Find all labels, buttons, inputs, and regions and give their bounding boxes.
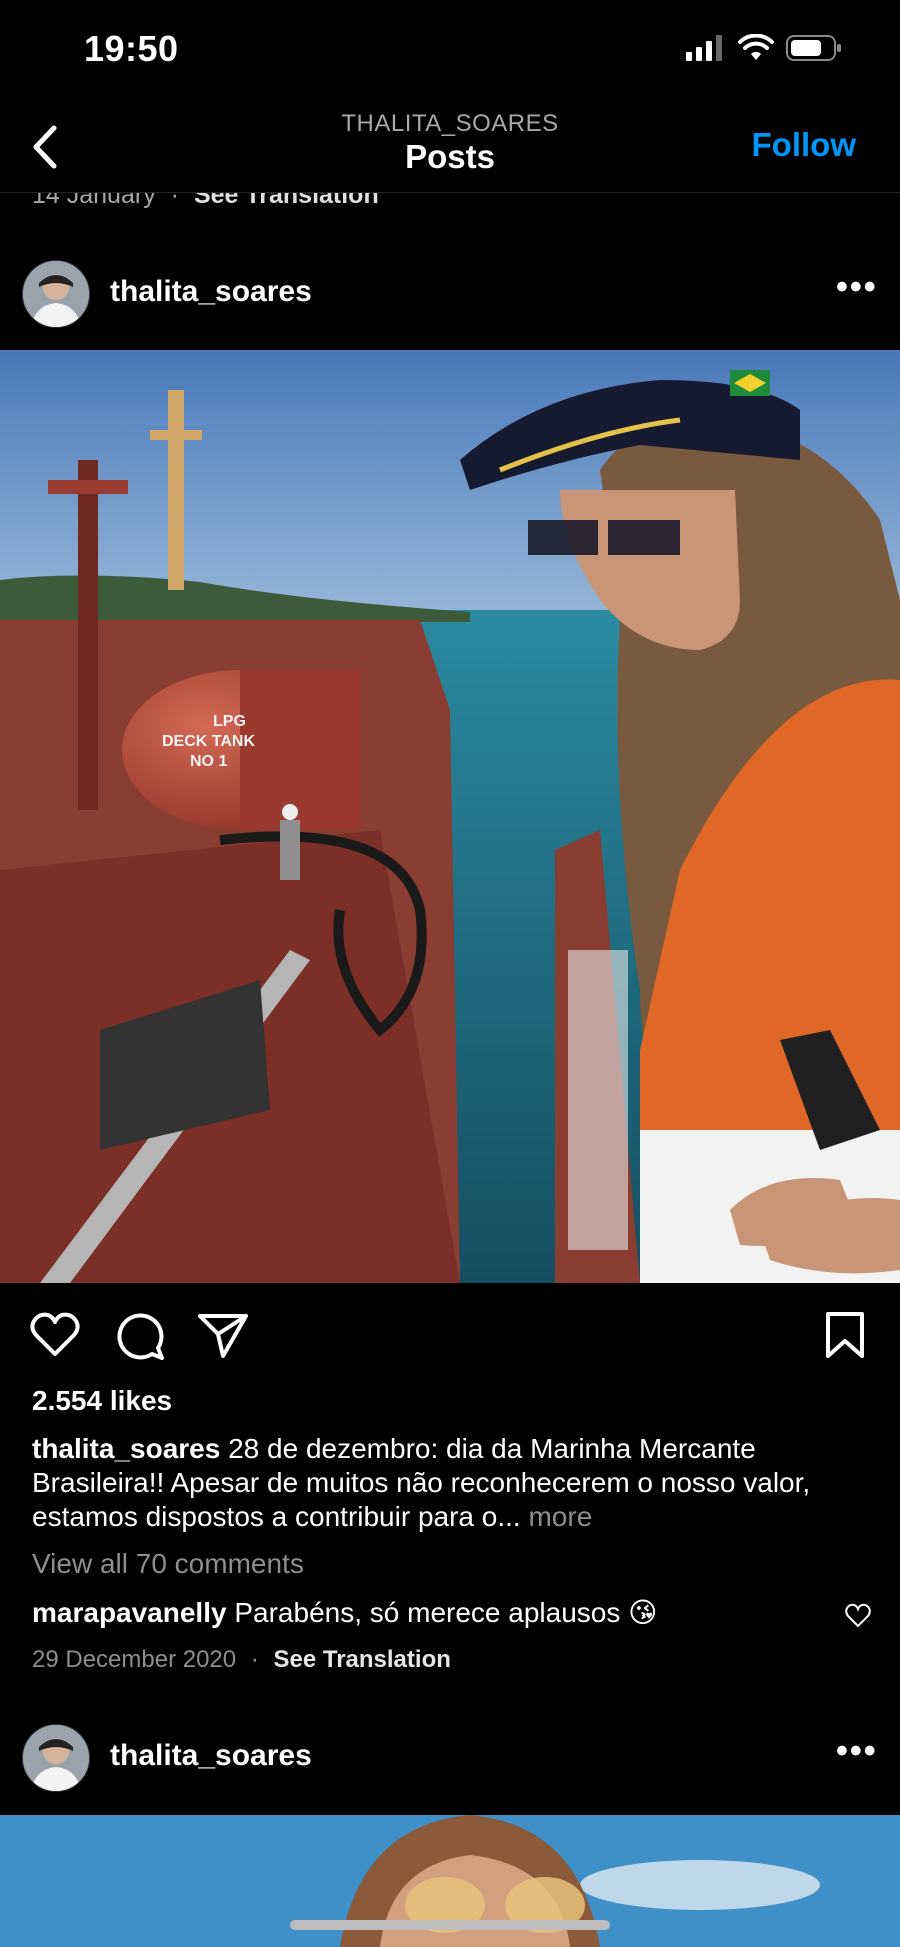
separator: · [170, 193, 179, 209]
follow-button[interactable]: Follow [752, 126, 856, 164]
comment-username[interactable]: marapavanelly [32, 1597, 227, 1628]
more-horizontal-icon[interactable]: ••• [836, 1732, 878, 1771]
home-indicator[interactable] [290, 1920, 610, 1930]
top-nav-bar: THALITA_SOARES Posts Follow [0, 100, 900, 193]
avatar[interactable] [22, 1724, 90, 1792]
cellular-signal-icon [686, 35, 722, 61]
tank-label-line2: DECK TANK [162, 733, 255, 750]
wifi-icon [738, 34, 774, 60]
likes-count[interactable]: 2.554 likes [32, 1385, 172, 1417]
heart-icon[interactable] [28, 1308, 82, 1362]
see-translation-link[interactable]: See Translation [194, 193, 379, 209]
view-all-comments-link[interactable]: View all 70 comments [32, 1548, 304, 1580]
status-time: 19:50 [84, 28, 179, 69]
tank-label-line1: LPG [213, 713, 246, 730]
previous-post-footer: 14 January · See Translation [0, 193, 900, 215]
see-translation-link[interactable]: See Translation [273, 1646, 450, 1673]
more-horizontal-icon[interactable]: ••• [836, 268, 878, 307]
separator: · [250, 1646, 259, 1673]
tank-label-line3: NO 1 [190, 753, 227, 770]
post-date-row: 29 December 2020 · See Translation [32, 1646, 451, 1674]
top-comment: marapavanelly Parabéns, só merece aplaus… [32, 1596, 812, 1629]
bookmark-icon[interactable] [818, 1308, 872, 1362]
caption-more-link[interactable]: more [528, 1501, 592, 1532]
comment-like-heart-icon[interactable] [844, 1602, 872, 1630]
previous-post-date: 14 January [32, 193, 156, 209]
status-icons [686, 34, 842, 62]
caption-username[interactable]: thalita_soares [32, 1433, 220, 1464]
avatar[interactable] [22, 260, 90, 328]
battery-icon [786, 35, 841, 61]
post-caption: thalita_soares 28 de dezembro: dia da Ma… [32, 1432, 872, 1534]
share-icon[interactable] [196, 1308, 250, 1362]
post-photo[interactable]: LPG DECK TANK NO 1 [0, 350, 900, 1283]
comment-text: Parabéns, só merece aplausos 😘 [234, 1597, 658, 1628]
post-username[interactable]: thalita_soares [110, 275, 312, 309]
comment-icon[interactable] [112, 1308, 166, 1362]
post-date: 29 December 2020 [32, 1646, 237, 1673]
next-post-username[interactable]: thalita_soares [110, 1739, 312, 1773]
